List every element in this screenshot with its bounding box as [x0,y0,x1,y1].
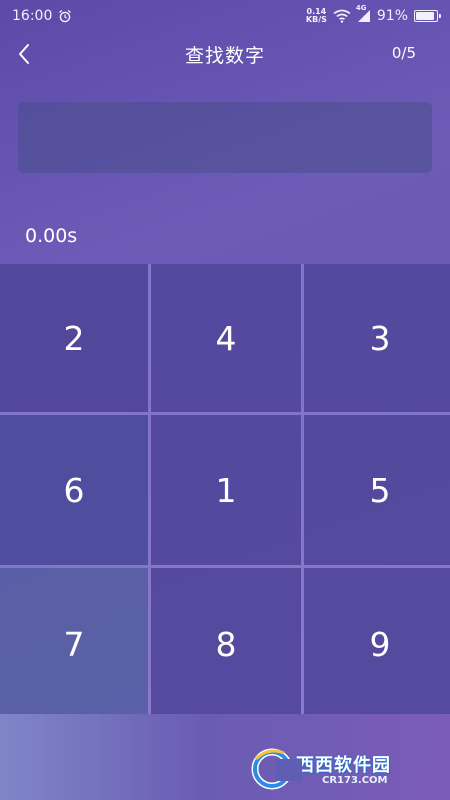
number-cell[interactable]: 9 [304,568,450,720]
target-number-display [18,102,432,173]
network-type: 4G [355,4,367,12]
battery-level-fill [416,12,435,20]
battery-percent: 91% [376,8,408,24]
number-cell[interactable]: 4 [151,264,301,412]
progress-count: 0/5 [391,44,416,62]
number-cell[interactable]: 8 [151,568,301,720]
chevron-left-icon [19,44,29,64]
cellular-signal-icon: 4G [356,4,371,23]
status-bar: 16:00 0.14 KB/S 4G 91% [0,0,450,32]
watermark-sub-text: CR173.COM [322,774,388,786]
watermark-logo: 西西软件园 CR173.COM [250,743,435,793]
number-cell[interactable]: 1 [151,415,301,565]
number-cell[interactable]: 5 [304,415,450,565]
elapsed-timer: 0.00s [25,225,78,247]
alarm-clock-icon [58,9,72,23]
number-cell[interactable]: 3 [304,264,450,412]
number-grid: 2 4 3 6 1 5 7 8 9 [0,264,450,720]
network-speed-unit: KB/S [305,15,327,24]
network-speed: 0.14 KB/S [306,8,327,24]
status-right: 0.14 KB/S 4G 91% [306,4,441,24]
page-title: 查找数字 [184,44,265,67]
status-time: 16:00 [12,8,53,24]
number-cell[interactable]: 6 [0,415,148,565]
watermark-text: 西西软件园 CR173.COM [296,751,391,786]
header-bar: 查找数字 0/5 [0,32,450,76]
wifi-icon [333,9,351,23]
number-cell[interactable]: 7 [0,568,148,720]
watermark-main-text: 西西软件园 [296,754,391,776]
watermark-emblem-icon [250,745,302,791]
battery-icon [414,10,441,22]
status-left: 16:00 [12,8,72,24]
back-button[interactable] [6,36,42,72]
number-cell[interactable]: 2 [0,264,148,412]
